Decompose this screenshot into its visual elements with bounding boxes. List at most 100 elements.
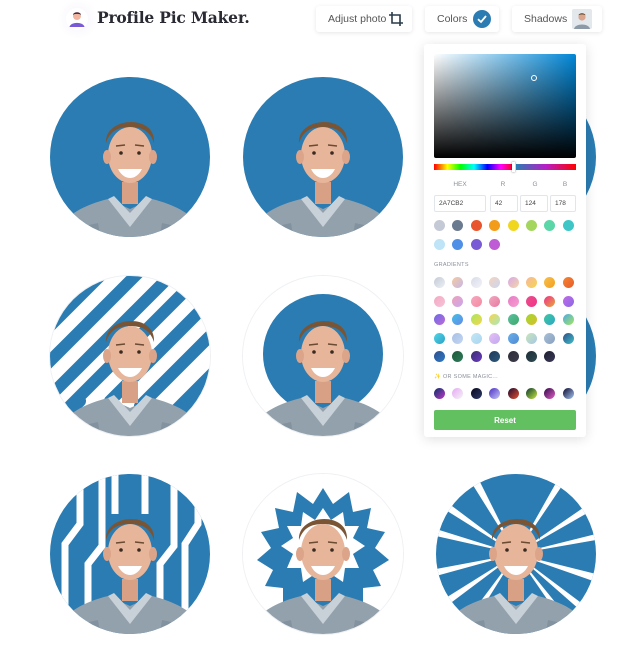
gradient-swatch[interactable] [507,332,519,344]
solid-color-swatch[interactable] [544,220,556,231]
gradient-swatch[interactable] [452,295,464,307]
solid-color-swatch[interactable] [470,238,482,250]
gradient-swatch[interactable] [562,314,574,325]
gradient-swatch[interactable] [562,277,574,288]
b-label: B [562,181,568,188]
gradient-swatch[interactable] [526,277,537,288]
g-label: G [532,181,538,188]
gradient-swatch[interactable] [434,351,445,362]
gradient-swatch[interactable] [470,332,482,344]
magic-swatch[interactable] [507,388,519,399]
gradient-swatch[interactable] [562,332,574,344]
solid-color-swatch[interactable] [562,220,574,231]
gradient-swatch[interactable] [470,277,482,288]
app-title: Profile Pic Maker. [97,8,250,27]
hue-slider[interactable] [434,164,514,170]
avatar-inner-circle[interactable] [243,276,403,436]
magic-swatch[interactable] [526,388,537,399]
magic-swatch[interactable] [470,388,482,399]
colors-button[interactable]: Colors [425,6,499,32]
logo-avatar-icon [66,8,88,30]
gradient-swatch[interactable] [544,295,556,307]
gradient-swatch[interactable] [544,277,556,288]
adjust-photo-button[interactable]: Adjust photo [316,6,412,32]
gradient-swatch[interactable] [452,314,464,325]
gradient-swatch[interactable] [526,295,537,307]
sparkle-icon: ✨ [434,374,442,380]
gradient-swatch[interactable] [562,295,574,307]
avatar-diagonal-stripes[interactable] [50,276,210,436]
gradient-swatch[interactable] [489,332,501,344]
hex-label: HEX [453,181,467,188]
gradient-swatch[interactable] [489,277,501,288]
b-input[interactable]: 178 [550,195,576,212]
solid-color-swatch[interactable] [489,220,501,231]
reset-button[interactable]: Reset [434,410,576,430]
avatar-person [437,518,595,634]
saturation-value-area[interactable] [434,54,576,158]
gradient-swatch[interactable] [526,332,537,344]
gradient-swatch[interactable] [470,351,482,362]
avatar-person [244,518,402,634]
magic-swatch[interactable] [562,388,574,399]
gradient-swatch[interactable] [434,332,445,344]
crop-icon [389,12,403,26]
avatar-person [244,121,402,237]
magic-swatch[interactable] [452,388,464,399]
shadow-preview-thumbnail [572,9,592,29]
color-slider[interactable] [516,164,576,170]
solid-color-swatch[interactable] [489,238,501,250]
magic-swatch[interactable] [434,388,445,399]
r-input[interactable]: 42 [490,195,518,212]
avatar-solid[interactable] [50,77,210,237]
gradient-swatch[interactable] [452,332,464,344]
gradient-swatch[interactable] [507,295,519,307]
solid-color-swatch[interactable] [507,220,519,231]
solid-color-swatch[interactable] [434,220,445,231]
gradient-swatch[interactable] [452,351,464,362]
gradient-swatch[interactable] [526,351,537,362]
hue-slider-handle[interactable] [512,162,515,172]
adjust-photo-label: Adjust photo [328,13,387,25]
gradient-swatch[interactable] [434,277,445,288]
shadows-label: Shadows [524,13,568,25]
gradient-swatch[interactable] [470,314,482,325]
avatar-person [51,121,209,237]
gradient-swatch[interactable] [544,332,556,344]
gradient-swatch[interactable] [507,314,519,325]
magic-swatch[interactable] [544,388,556,399]
avatar-star-burst[interactable] [243,474,403,634]
magic-swatch[interactable] [489,388,501,399]
gradient-swatch[interactable] [470,295,482,307]
solid-color-swatch[interactable] [434,238,445,250]
color-picker-panel: HEX R G B 2A7CB2 42 124 178 GRADIENTS ✨ … [424,44,586,437]
solid-color-swatch[interactable] [470,220,482,231]
solid-color-swatch[interactable] [452,238,464,250]
avatar-person [51,320,209,436]
solid-color-swatch[interactable] [452,220,464,231]
gradient-swatch[interactable] [434,295,445,307]
gradient-swatch[interactable] [452,277,464,288]
shadows-button[interactable]: Shadows [512,6,602,32]
hex-input[interactable]: 2A7CB2 [434,195,486,212]
gradients-heading: GRADIENTS [434,262,469,268]
avatar-person [244,320,402,436]
gradient-swatch[interactable] [434,314,445,325]
gradient-swatch[interactable] [544,351,556,362]
saturation-cursor[interactable] [531,75,537,81]
avatar-person [51,518,209,634]
gradient-swatch[interactable] [544,314,556,325]
avatar-vertical-stripes[interactable] [50,474,210,634]
gradient-swatch[interactable] [507,351,519,362]
gradient-swatch[interactable] [489,314,501,325]
g-input[interactable]: 124 [520,195,548,212]
r-label: R [500,181,506,188]
avatar-sun-rays[interactable] [436,474,596,634]
gradient-swatch[interactable] [489,295,501,307]
avatar-solid[interactable] [243,77,403,237]
solid-color-swatch[interactable] [526,220,537,231]
gradient-swatch[interactable] [526,314,537,325]
gradient-swatch[interactable] [507,277,519,288]
check-icon [473,10,491,28]
gradient-swatch[interactable] [489,351,501,362]
